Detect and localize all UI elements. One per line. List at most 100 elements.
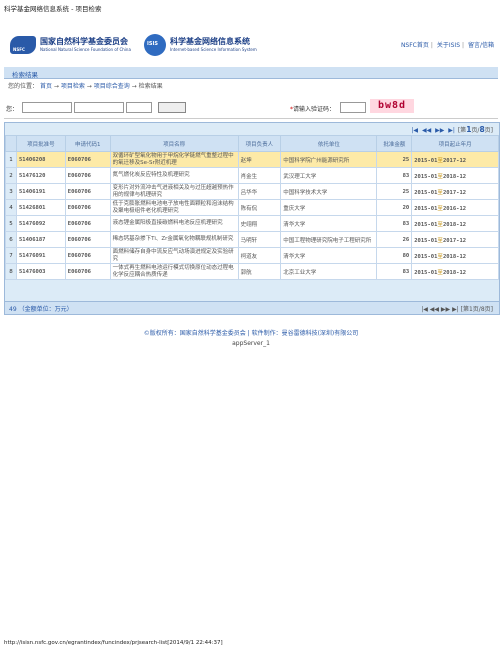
- search-field-2[interactable]: [74, 102, 124, 113]
- approval-number[interactable]: 51406191: [15, 183, 66, 200]
- application-code: E060706: [64, 215, 111, 232]
- top-links: NSFC首页 | 关于ISIS | 留言/信箱: [400, 42, 494, 49]
- application-code: E060706: [64, 151, 111, 168]
- table-row[interactable]: 7 51476091 E060706 面燃料储存自身中流反应气动场演进规定及实验研究柯…: [5, 247, 499, 264]
- approved-amount: 80: [376, 247, 413, 264]
- row-index: 6: [5, 231, 17, 248]
- breadcrumb: 您的位置： 首页 → 项目检索 → 项目综合查询 → 检索结果: [8, 83, 163, 90]
- section-title: 检索结果: [12, 71, 38, 79]
- approved-amount: 83: [376, 167, 413, 184]
- approval-number[interactable]: 51406187: [15, 231, 66, 248]
- table-row[interactable]: 2 51476120 E060706 氮气燃化炭反应特性及机理研究 肖金生 武汉理工大学 8…: [5, 167, 499, 184]
- project-name[interactable]: 稀态钙基杂掺下Ti、Zr金属氧化物耦联规机制研究: [109, 231, 239, 248]
- search-button[interactable]: [158, 102, 186, 113]
- next-page-icon[interactable]: ▶▶: [435, 127, 444, 134]
- header-approval-no[interactable]: 项目批准号: [15, 135, 66, 152]
- host-organization: 中国科学技术大学: [280, 183, 378, 200]
- org-name: 国家自然科学基金委员会: [40, 37, 128, 46]
- approval-number[interactable]: 51476120: [15, 167, 66, 184]
- project-leader: 陈有侃: [237, 199, 282, 216]
- table-row[interactable]: 1 51406208 E060706 双循环矿型氧化物用于甲烷化学链燃气重整过程中的氧…: [5, 151, 499, 168]
- captcha-image[interactable]: bw8d: [370, 99, 414, 113]
- results-table: 项目批准号 申请代码1 项目名称 项目负责人 依托单位 批准金额 项目起止年月 …: [5, 135, 499, 280]
- project-name[interactable]: 氮气燃化炭反应特性及机理研究: [109, 167, 239, 184]
- header-amount[interactable]: 批准金额: [376, 135, 413, 152]
- project-name[interactable]: 低于克膨胀燃料电池电子放电性面颗粒和泡沫结构及聚电极组件老化机理研究: [109, 199, 239, 216]
- breadcrumb-project-search[interactable]: 项目检索: [61, 83, 85, 90]
- project-name[interactable]: 一体式再生燃料电池运行模式切换原位动态过程电化学反应耦合热质传递: [109, 263, 239, 280]
- table-row[interactable]: 8 51476003 E060706 一体式再生燃料电池运行模式切换原位动态过程电化学…: [5, 263, 499, 280]
- row-index: 4: [5, 199, 17, 216]
- row-index: 1: [5, 151, 17, 168]
- site-header: NSFC 国家自然科学基金委员会 National Natural Scienc…: [4, 28, 498, 64]
- pager-top: |◀ ◀◀ ▶▶ ▶| [第1页/8页]: [411, 125, 493, 134]
- host-organization: 武汉理工大学: [280, 167, 378, 184]
- project-period: 2015-01至2018-12: [411, 215, 499, 232]
- application-code: E060706: [64, 183, 111, 200]
- breadcrumb-combined-query[interactable]: 项目综合查询: [94, 83, 130, 90]
- project-name[interactable]: 双循环矿型氧化物用于甲烷化学链燃气重整过程中的氧迁移及Se-Sr附近机理: [109, 151, 239, 168]
- system-name: 科学基金网络信息系统: [170, 37, 250, 46]
- approval-number[interactable]: 51476091: [15, 247, 66, 264]
- nsfc-logo: NSFC: [10, 36, 36, 54]
- header-org[interactable]: 依托单位: [280, 135, 378, 152]
- approved-amount: 25: [376, 151, 413, 168]
- search-label: 您：: [6, 106, 19, 113]
- isis-logo: ISIS: [144, 34, 166, 56]
- header-period[interactable]: 项目起止年月: [411, 135, 499, 152]
- project-name[interactable]: 面燃料储存自身中流反应气动场演进规定及实验研究: [109, 247, 239, 264]
- row-index: 8: [5, 263, 17, 280]
- host-organization: 中国工程物理研究院电子工程研究所: [280, 231, 378, 248]
- about-isis-link[interactable]: 关于ISIS: [437, 42, 460, 49]
- record-count: 49: [9, 306, 17, 313]
- project-name[interactable]: 液态锂金属阳极直接碳燃料电池反应机理研究: [109, 215, 239, 232]
- first-page-icon[interactable]: |◀: [411, 127, 418, 134]
- result-panel: |◀ ◀◀ ▶▶ ▶| [第1页/8页] 项目批准号 申请代码1 项目名称 项目…: [4, 122, 500, 315]
- approved-amount: 83: [376, 263, 413, 280]
- last-page-icon[interactable]: ▶|: [452, 306, 459, 313]
- prev-page-icon[interactable]: ◀◀: [422, 127, 431, 134]
- project-period: 2015-01至2018-12: [411, 263, 499, 280]
- header-index: [5, 135, 17, 152]
- first-page-icon[interactable]: |◀: [421, 306, 428, 313]
- pager-bottom: |◀ ◀◀ ▶▶ ▶| [第1页/8页]: [421, 306, 493, 313]
- message-link[interactable]: 留言/信箱: [468, 42, 494, 49]
- header-code[interactable]: 申请代码1: [64, 135, 111, 152]
- copyright: ©版权所有：国家自然科学基金委员会 | 软件制作：曼谷雷德科技(深圳)有限公司: [143, 330, 359, 337]
- nsfc-home-link[interactable]: NSFC首页: [401, 42, 429, 49]
- table-row[interactable]: 3 51406191 E060706 变形片对外流冲击气进液相关及与过压超越预热作用的…: [5, 183, 499, 200]
- application-code: E060706: [64, 199, 111, 216]
- last-page-icon[interactable]: ▶|: [448, 127, 455, 134]
- approved-amount: 83: [376, 215, 413, 232]
- search-field-3[interactable]: [126, 102, 152, 113]
- project-period: 2015-01至2017-12: [411, 231, 499, 248]
- breadcrumb-home[interactable]: 首页: [40, 83, 52, 90]
- application-code: E060706: [64, 263, 111, 280]
- captcha-input[interactable]: [340, 102, 366, 113]
- prev-page-icon[interactable]: ◀◀: [430, 306, 439, 313]
- section-title-bar: 检索结果: [4, 67, 498, 79]
- approved-amount: 25: [376, 183, 413, 200]
- table-row[interactable]: 4 51426801 E060706 低于克膨胀燃料电池电子放电性面颗粒和泡沫结构及聚…: [5, 199, 499, 216]
- approval-number[interactable]: 51476092: [15, 215, 66, 232]
- approval-number[interactable]: 51426801: [15, 199, 66, 216]
- approval-number[interactable]: 51406208: [15, 151, 66, 168]
- application-code: E060706: [64, 231, 111, 248]
- approval-number[interactable]: 51476003: [15, 263, 66, 280]
- search-field-1[interactable]: [22, 102, 72, 113]
- table-row[interactable]: 5 51476092 E060706 液态锂金属阳极直接碳燃料电池反应机理研究 史翊翔清…: [5, 215, 499, 232]
- project-period: 2015-01至2016-12: [411, 199, 499, 216]
- row-index: 3: [5, 183, 17, 200]
- application-code: E060706: [64, 247, 111, 264]
- header-leader[interactable]: 项目负责人: [237, 135, 282, 152]
- header-project-name[interactable]: 项目名称: [109, 135, 239, 152]
- server-id: appServer_1: [232, 340, 270, 347]
- project-period: 2015-01至2017-12: [411, 151, 499, 168]
- table-row[interactable]: 6 51406187 E060706 稀态钙基杂掺下Ti、Zr金属氧化物耦联规机制研究…: [5, 231, 499, 248]
- next-page-icon[interactable]: ▶▶: [441, 306, 450, 313]
- project-leader: 马明轩: [237, 231, 282, 248]
- result-footer: 49 （金额单位：万元） |◀ ◀◀ ▶▶ ▶| [第1页/8页]: [5, 301, 499, 314]
- project-leader: 肖金生: [237, 167, 282, 184]
- project-name[interactable]: 变形片对外流冲击气进液相关及与过压超越预热作用的规律与机理研究: [109, 183, 239, 200]
- host-organization: 重庆大学: [280, 199, 378, 216]
